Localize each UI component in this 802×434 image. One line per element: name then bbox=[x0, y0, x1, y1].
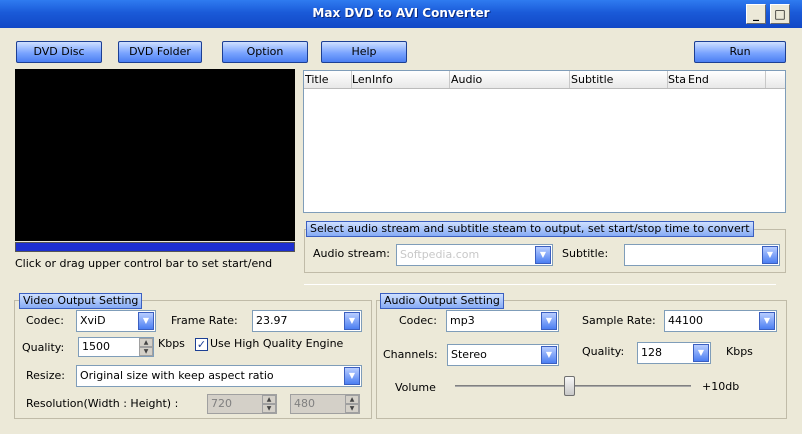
video-quality-unit: Kbps bbox=[158, 337, 185, 350]
title-list-header: Title Length Info Audio Subtitle Start E… bbox=[304, 71, 785, 89]
audio-quality-label: Quality: bbox=[582, 345, 625, 358]
column-end[interactable]: End bbox=[687, 71, 766, 88]
option-button[interactable]: Option bbox=[222, 41, 308, 63]
column-length[interactable]: Length bbox=[352, 71, 371, 88]
resolution-height-spinner: 480 ▲ ▼ bbox=[290, 394, 360, 414]
column-subtitle[interactable]: Subtitle bbox=[570, 71, 668, 88]
maximize-button[interactable]: □ bbox=[770, 4, 790, 24]
preview-hint: Click or drag upper control bar to set s… bbox=[15, 257, 273, 270]
spin-up-icon: ▲ bbox=[262, 395, 276, 404]
audio-codec-combo[interactable]: mp3 ▼ bbox=[446, 310, 559, 332]
minimize-icon: _ bbox=[753, 7, 759, 21]
column-audio[interactable]: Audio bbox=[450, 71, 570, 88]
title-list[interactable]: Title Length Info Audio Subtitle Start E… bbox=[303, 70, 786, 213]
minimize-button[interactable]: _ bbox=[746, 4, 766, 24]
run-button[interactable]: Run bbox=[694, 41, 786, 63]
resolution-height-value: 480 bbox=[294, 397, 315, 410]
sample-rate-combo[interactable]: 44100 ▼ bbox=[664, 310, 777, 332]
sample-rate-label: Sample Rate: bbox=[582, 314, 656, 327]
help-button[interactable]: Help bbox=[321, 41, 407, 63]
video-output-legend: Video Output Setting bbox=[19, 293, 143, 309]
subtitle-combo[interactable]: ▼ bbox=[624, 244, 780, 266]
chevron-down-icon[interactable]: ▼ bbox=[344, 367, 360, 385]
high-quality-checkbox[interactable]: ✓ bbox=[195, 338, 208, 351]
column-title[interactable]: Title bbox=[304, 71, 352, 88]
channels-label: Channels: bbox=[383, 348, 438, 361]
audio-codec-value: mp3 bbox=[450, 314, 475, 327]
window-title: Max DVD to AVI Converter bbox=[312, 6, 490, 20]
audio-output-legend: Audio Output Setting bbox=[380, 293, 504, 309]
spin-down-icon: ▼ bbox=[262, 404, 276, 413]
chevron-down-icon[interactable]: ▼ bbox=[138, 312, 154, 330]
channels-value: Stereo bbox=[451, 348, 487, 361]
volume-slider-thumb[interactable] bbox=[564, 376, 575, 396]
spin-down-icon: ▼ bbox=[345, 404, 359, 413]
column-start[interactable]: Start bbox=[668, 71, 687, 88]
frame-rate-value: 23.97 bbox=[256, 314, 288, 327]
subtitle-label: Subtitle: bbox=[562, 247, 609, 260]
maximize-icon: □ bbox=[774, 7, 786, 21]
chevron-down-icon[interactable]: ▼ bbox=[344, 312, 360, 330]
audio-stream-combo[interactable]: Softpedia.com ▼ bbox=[396, 244, 553, 266]
chevron-down-icon[interactable]: ▼ bbox=[541, 312, 557, 330]
resize-combo[interactable]: Original size with keep aspect ratio ▼ bbox=[76, 365, 362, 387]
resolution-width-spinner: 720 ▲ ▼ bbox=[207, 394, 277, 414]
column-info[interactable]: Info bbox=[371, 71, 450, 88]
start-end-control-bar[interactable] bbox=[15, 242, 295, 252]
stream-select-legend: Select audio stream and subtitle steam t… bbox=[306, 221, 754, 237]
frame-rate-combo[interactable]: 23.97 ▼ bbox=[252, 310, 362, 332]
chevron-down-icon[interactable]: ▼ bbox=[762, 246, 778, 264]
checkmark-icon: ✓ bbox=[196, 338, 207, 351]
video-quality-spinner[interactable]: 1500 ▲ ▼ bbox=[78, 337, 154, 357]
video-codec-label: Codec: bbox=[26, 314, 64, 327]
spin-up-icon: ▲ bbox=[345, 395, 359, 404]
spin-up-icon[interactable]: ▲ bbox=[139, 338, 153, 347]
spin-down-icon[interactable]: ▼ bbox=[139, 347, 153, 356]
video-codec-value: XviD bbox=[80, 314, 106, 327]
video-codec-combo[interactable]: XviD ▼ bbox=[76, 310, 156, 332]
chevron-down-icon[interactable]: ▼ bbox=[693, 344, 709, 362]
high-quality-label: Use High Quality Engine bbox=[210, 337, 344, 350]
sample-rate-value: 44100 bbox=[668, 314, 703, 327]
resolution-label: Resolution(Width : Height) : bbox=[26, 397, 179, 410]
audio-quality-unit: Kbps bbox=[726, 345, 753, 358]
chevron-down-icon[interactable]: ▼ bbox=[541, 346, 557, 364]
audio-stream-watermark: Softpedia.com bbox=[400, 248, 480, 261]
separator bbox=[304, 284, 776, 285]
audio-quality-value: 128 bbox=[641, 346, 662, 359]
video-preview[interactable] bbox=[15, 69, 295, 241]
video-quality-label: Quality: bbox=[22, 341, 65, 354]
audio-quality-combo[interactable]: 128 ▼ bbox=[637, 342, 711, 364]
volume-value: +10db bbox=[702, 380, 740, 393]
frame-rate-label: Frame Rate: bbox=[171, 314, 238, 327]
channels-combo[interactable]: Stereo ▼ bbox=[447, 344, 559, 366]
resize-value: Original size with keep aspect ratio bbox=[80, 369, 274, 382]
resize-label: Resize: bbox=[26, 369, 65, 382]
resolution-width-value: 720 bbox=[211, 397, 232, 410]
audio-codec-label: Codec: bbox=[399, 314, 437, 327]
volume-label: Volume bbox=[395, 381, 436, 394]
chevron-down-icon[interactable]: ▼ bbox=[535, 246, 551, 264]
dvd-folder-button[interactable]: DVD Folder bbox=[118, 41, 202, 63]
video-quality-value: 1500 bbox=[82, 340, 110, 353]
audio-stream-label: Audio stream: bbox=[313, 247, 391, 260]
dvd-disc-button[interactable]: DVD Disc bbox=[16, 41, 102, 63]
chevron-down-icon[interactable]: ▼ bbox=[759, 312, 775, 330]
